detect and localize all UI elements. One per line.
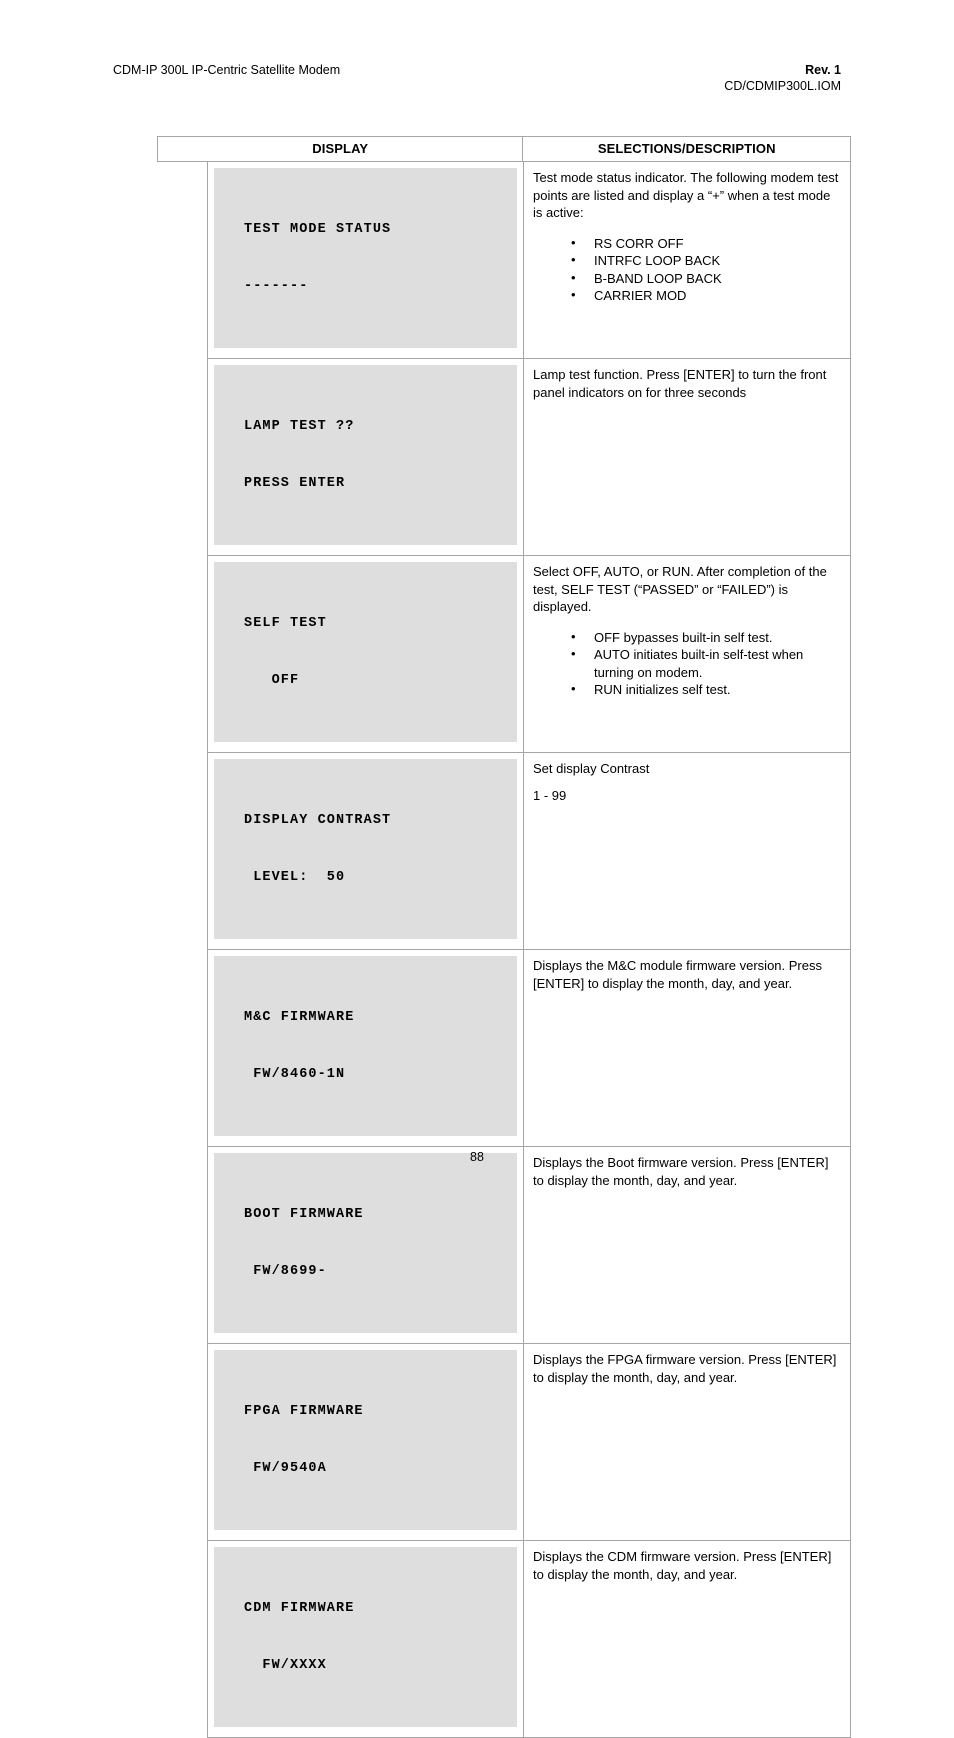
table-row: LAMP TEST ?? PRESS ENTER Lamp test funct… bbox=[208, 358, 850, 555]
description-cell: Set display Contrast 1 - 99 bbox=[524, 753, 851, 949]
lcd-panel: CDM FIRMWARE FW/XXXX bbox=[214, 1547, 517, 1727]
table-row: M&C FIRMWARE FW/8460-1N Displays the M&C… bbox=[208, 949, 850, 1146]
display-cell: TEST MODE STATUS ------- bbox=[208, 162, 524, 358]
page-footer: 88 bbox=[0, 1150, 954, 1164]
display-selections-table: DISPLAY SELECTIONS/DESCRIPTION TEST MODE… bbox=[157, 136, 851, 1738]
lcd-line-1: CDM FIRMWARE bbox=[244, 1601, 355, 1616]
list-item: AUTO initiates built-in self-test when t… bbox=[571, 645, 841, 681]
display-cell: BOOT FIRMWARE FW/8699- bbox=[208, 1147, 524, 1343]
table-row: CDM FIRMWARE FW/XXXX Displays the CDM fi… bbox=[208, 1540, 850, 1737]
description-cell: Displays the M&C module firmware version… bbox=[524, 950, 851, 1146]
description-bullet-list: OFF bypasses built-in self test. AUTO in… bbox=[533, 628, 841, 699]
lcd-line-2: FW/9540A bbox=[244, 1461, 327, 1476]
table-header-row: DISPLAY SELECTIONS/DESCRIPTION bbox=[157, 136, 851, 162]
lcd-spacer bbox=[208, 545, 523, 555]
lcd-panel: TEST MODE STATUS ------- bbox=[214, 168, 517, 348]
description-text: Select OFF, AUTO, or RUN. After completi… bbox=[533, 564, 827, 614]
display-cell: FPGA FIRMWARE FW/9540A bbox=[208, 1344, 524, 1540]
lcd-panel: DISPLAY CONTRAST LEVEL: 50 bbox=[214, 759, 517, 939]
table-row: DISPLAY CONTRAST LEVEL: 50 Set display C… bbox=[208, 752, 850, 949]
page-number: 88 bbox=[470, 1150, 484, 1164]
column-header-selections: SELECTIONS/DESCRIPTION bbox=[597, 141, 776, 156]
display-cell: CDM FIRMWARE FW/XXXX bbox=[208, 1541, 524, 1737]
lcd-line-1: SELF TEST bbox=[244, 616, 327, 631]
lcd-panel: M&C FIRMWARE FW/8460-1N bbox=[214, 956, 517, 1136]
description-cell: Displays the FPGA firmware version. Pres… bbox=[524, 1344, 851, 1540]
table-row: SELF TEST OFF Select OFF, AUTO, or RUN. … bbox=[208, 555, 850, 752]
header-product-title: CDM-IP 300L IP-Centric Satellite Modem bbox=[113, 63, 341, 77]
lcd-spacer bbox=[208, 348, 523, 358]
lcd-line-1: FPGA FIRMWARE bbox=[244, 1404, 364, 1419]
header-revision: Rev. 1 bbox=[805, 63, 841, 77]
list-item: CARRIER MOD bbox=[571, 286, 841, 305]
description-bullet-list: RS CORR OFF INTRFC LOOP BACK B-BAND LOOP… bbox=[533, 234, 841, 305]
description-cell: Displays the Boot firmware version. Pres… bbox=[524, 1147, 851, 1343]
description-cell: Select OFF, AUTO, or RUN. After completi… bbox=[524, 556, 851, 752]
lcd-line-1: BOOT FIRMWARE bbox=[244, 1207, 364, 1222]
description-cell: Displays the CDM firmware version. Press… bbox=[524, 1541, 851, 1737]
description-text: Lamp test function. Press [ENTER] to tur… bbox=[533, 367, 827, 400]
display-cell: M&C FIRMWARE FW/8460-1N bbox=[208, 950, 524, 1146]
description-text: Displays the M&C module firmware version… bbox=[533, 958, 822, 991]
display-cell: LAMP TEST ?? PRESS ENTER bbox=[208, 359, 524, 555]
lcd-line-2: OFF bbox=[244, 673, 300, 688]
table-row: FPGA FIRMWARE FW/9540A Displays the FPGA… bbox=[208, 1343, 850, 1540]
description-text: Displays the FPGA firmware version. Pres… bbox=[533, 1352, 837, 1385]
description-range: 1 - 99 bbox=[533, 787, 567, 803]
lcd-panel: LAMP TEST ?? PRESS ENTER bbox=[214, 365, 517, 545]
lcd-spacer bbox=[208, 1136, 523, 1146]
lcd-line-2: FW/8699- bbox=[244, 1264, 327, 1279]
display-cell: SELF TEST OFF bbox=[208, 556, 524, 752]
lcd-line-2: PRESS ENTER bbox=[244, 476, 346, 491]
table-body: TEST MODE STATUS ------- Test mode statu… bbox=[207, 162, 851, 1738]
list-item: RS CORR OFF bbox=[571, 234, 841, 253]
lcd-panel: BOOT FIRMWARE FW/8699- bbox=[214, 1153, 517, 1333]
lcd-spacer bbox=[208, 742, 523, 752]
list-item: RUN initializes self test. bbox=[571, 680, 841, 699]
description-text: Displays the CDM firmware version. Press… bbox=[533, 1549, 832, 1582]
lcd-panel: FPGA FIRMWARE FW/9540A bbox=[214, 1350, 517, 1530]
lcd-line-1: LAMP TEST ?? bbox=[244, 419, 355, 434]
lcd-line-2: FW/XXXX bbox=[244, 1658, 327, 1673]
description-text: Set display Contrast bbox=[533, 761, 650, 776]
lcd-spacer bbox=[208, 1727, 523, 1737]
list-item: B-BAND LOOP BACK bbox=[571, 269, 841, 288]
lcd-line-1: TEST MODE STATUS bbox=[244, 222, 392, 237]
page-running-header: CDM-IP 300L IP-Centric Satellite Modem R… bbox=[113, 62, 841, 94]
lcd-line-1: DISPLAY CONTRAST bbox=[244, 813, 392, 828]
description-text: Test mode status indicator. The followin… bbox=[533, 170, 839, 220]
description-cell: Test mode status indicator. The followin… bbox=[524, 162, 851, 358]
header-revision-block: Rev. 1 CD/CDMIP300L.IOM bbox=[724, 62, 841, 94]
description-cell: Lamp test function. Press [ENTER] to tur… bbox=[524, 359, 851, 555]
table-row: TEST MODE STATUS ------- Test mode statu… bbox=[208, 162, 850, 358]
lcd-spacer bbox=[208, 1333, 523, 1343]
display-cell: DISPLAY CONTRAST LEVEL: 50 bbox=[208, 753, 524, 949]
lcd-spacer bbox=[208, 1530, 523, 1540]
lcd-line-1: M&C FIRMWARE bbox=[244, 1010, 355, 1025]
lcd-line-2: ------- bbox=[244, 279, 309, 294]
lcd-line-2: LEVEL: 50 bbox=[244, 870, 346, 885]
lcd-spacer bbox=[208, 939, 523, 949]
lcd-line-2: FW/8460-1N bbox=[244, 1067, 346, 1082]
header-document-number: CD/CDMIP300L.IOM bbox=[724, 79, 841, 93]
list-item: OFF bypasses built-in self test. bbox=[571, 628, 841, 647]
lcd-panel: SELF TEST OFF bbox=[214, 562, 517, 742]
column-header-display: DISPLAY bbox=[158, 137, 524, 161]
table-row: BOOT FIRMWARE FW/8699- Displays the Boot… bbox=[208, 1146, 850, 1343]
list-item: INTRFC LOOP BACK bbox=[571, 251, 841, 270]
